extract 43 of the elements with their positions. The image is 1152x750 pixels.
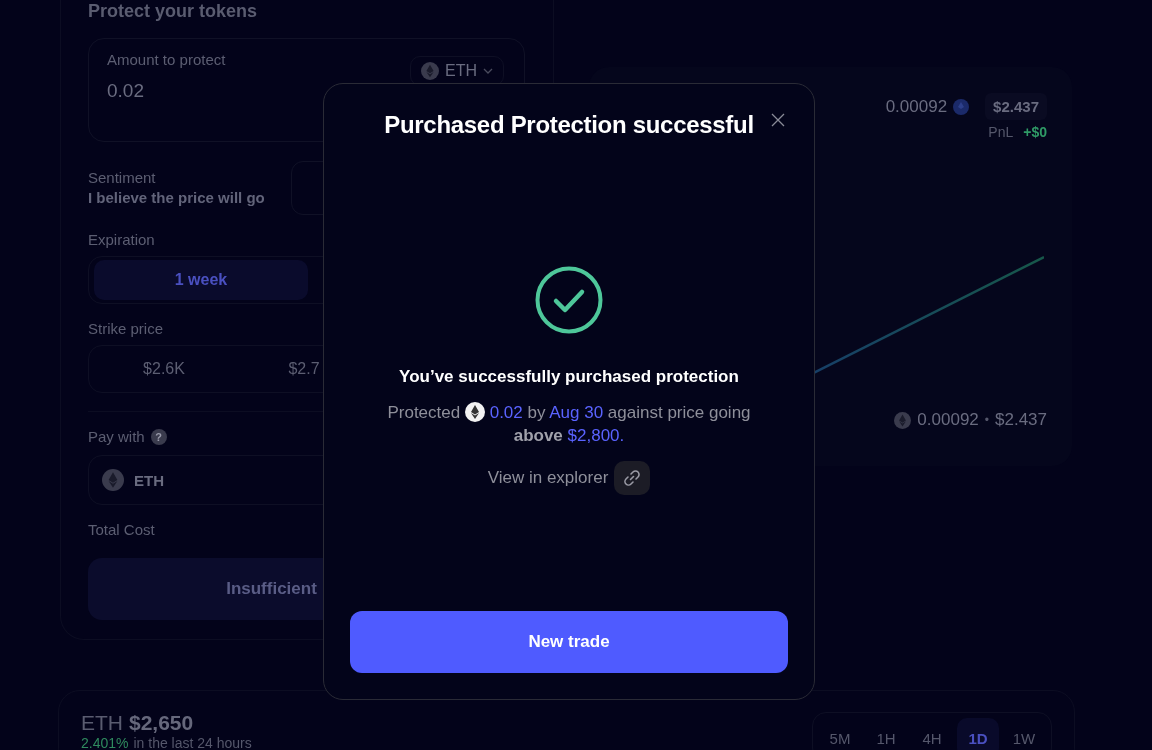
new-trade-button[interactable]: New trade: [350, 611, 788, 673]
sentiment-text: I believe the price will go: [88, 189, 265, 206]
protection-summary: Protected 0.02 by Aug 30 against price going above $2,800.: [386, 401, 752, 447]
change-period: in the last 24 hours: [133, 735, 252, 750]
strike-option[interactable]: $2.7: [234, 349, 374, 389]
close-button[interactable]: [769, 111, 787, 129]
pay-token: ETH: [134, 471, 164, 489]
success-heading: You’ve successfully purchased protection: [399, 367, 739, 387]
panel-title: Protect your tokens: [88, 2, 259, 23]
total-cost-label: Total Cost: [88, 521, 156, 538]
eth-icon: [894, 411, 912, 429]
price-change: 2.401%: [81, 735, 129, 750]
sentiment-label: Sentiment: [88, 169, 157, 186]
strike-option[interactable]: $2.6K: [94, 349, 234, 389]
position-value: $2.437: [985, 93, 1047, 120]
eth-icon: [464, 402, 485, 422]
expiration-option[interactable]: 1 week: [94, 260, 308, 300]
interval-tab[interactable]: 5M: [819, 718, 861, 750]
position-amount: 0.00092: [885, 96, 948, 117]
market-symbol: ETH: [81, 711, 123, 735]
market-price: $2,650: [129, 711, 194, 735]
link-icon: [622, 468, 643, 488]
separator-dot: •: [984, 413, 989, 427]
amount-value: 0.02: [107, 80, 145, 102]
pay-with-label: Pay with: [88, 428, 145, 445]
footer-value: $2.437: [995, 410, 1047, 430]
strike-price-label: Strike price: [88, 320, 165, 337]
eth-icon: [102, 469, 124, 491]
chevron-icon: [483, 68, 493, 74]
token-icon: [953, 98, 970, 115]
interval-tab[interactable]: 1D: [957, 718, 999, 750]
footer-amount: 0.00092: [917, 410, 979, 430]
pnl-label: PnL: [988, 124, 1014, 140]
help-icon[interactable]: ?: [150, 428, 167, 445]
expiration-label: Expiration: [88, 231, 156, 248]
amount-label: Amount to protect: [107, 51, 226, 68]
explorer-link-button[interactable]: [614, 461, 651, 495]
success-check-icon: [535, 266, 603, 334]
interval-tab[interactable]: 1W: [1003, 718, 1045, 750]
pnl-value: +$0: [1023, 124, 1047, 140]
interval-tab[interactable]: 4H: [911, 718, 953, 750]
eth-icon: [421, 62, 439, 80]
interval-tab[interactable]: 1H: [865, 718, 907, 750]
